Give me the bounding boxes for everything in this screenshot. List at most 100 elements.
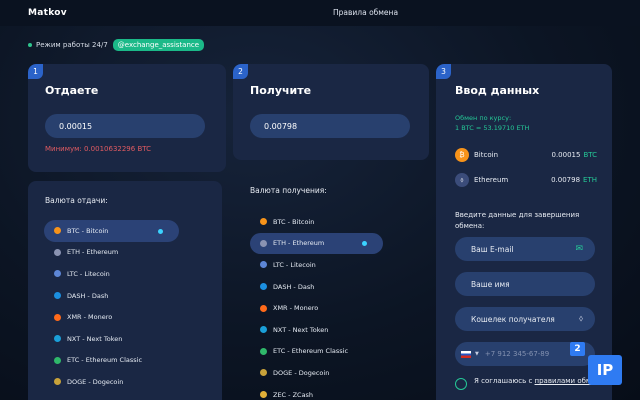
give-currency-item-etc[interactable]: ETC - Ethereum Classic xyxy=(44,350,179,372)
ethereum-classic-icon xyxy=(260,347,267,355)
give-currency-item-xmr[interactable]: XMR - Monero xyxy=(44,306,179,328)
give-currency-item-nxt[interactable]: NXT - Next Token xyxy=(44,328,179,350)
ethereum-icon: ⬨ xyxy=(578,314,583,324)
give-currency-item-doge[interactable]: DOGE - Dogecoin xyxy=(44,371,179,393)
receive-currency-item-zec[interactable]: ZEC - ZCash xyxy=(250,384,383,400)
phone-placeholder: +7 912 345-67-89 xyxy=(484,350,550,358)
litecoin-icon xyxy=(54,270,61,278)
give-currency-item-eth[interactable]: ETH - Ethereum xyxy=(44,242,179,264)
summary-receive-amount: 0.00798 xyxy=(551,176,581,184)
agree-text: Я соглашаюсь с xyxy=(474,377,535,385)
online-dot-icon xyxy=(28,43,32,47)
name-placeholder: Ваше имя xyxy=(471,279,510,289)
currency-label: DOGE - Dogecoin xyxy=(67,377,124,386)
receive-currency-item-eth[interactable]: ETH - Ethereum xyxy=(250,232,383,255)
email-field[interactable]: Ваш E-mail ✉ xyxy=(455,237,595,261)
currency-label: ETC - Ethereum Classic xyxy=(67,356,143,365)
currency-label: BTC - Bitcoin xyxy=(67,226,109,235)
currency-label: NXT - Next Token xyxy=(67,334,123,343)
exchange-rate-value: 1 BTC = 53.19710 ETH xyxy=(455,124,530,132)
summary-row-give: ₿ Bitcoin 0.00015 BTC xyxy=(455,147,597,163)
currency-label: LTC - Litecoin xyxy=(273,260,316,269)
give-panel: 1 Отдаете Минимум: 0.0010632296 BTC xyxy=(28,64,226,172)
bitcoin-icon xyxy=(260,218,267,226)
logo[interactable]: Matkov xyxy=(28,8,67,18)
receive-currency-item-doge[interactable]: DOGE - Dogecoin xyxy=(250,362,383,384)
receive-currency-item-dash[interactable]: DASH - Dash xyxy=(250,276,383,298)
give-currency-list: BTC - Bitcoin ETH - Ethereum LTC - Litecoi… xyxy=(44,220,179,393)
give-currency-list-title: Валюта отдачи: xyxy=(45,196,108,205)
nav-link-exchange-rules[interactable]: Правила обмена xyxy=(333,8,398,17)
exchange-rate-label: Обмен по курсу: xyxy=(455,114,512,122)
monero-icon xyxy=(54,313,61,321)
mail-icon: ✉ xyxy=(575,244,583,254)
receive-currency-item-btc[interactable]: BTC - Bitcoin xyxy=(250,211,383,233)
currency-label: XMR - Monero xyxy=(67,313,113,322)
bitcoin-icon: ₿ xyxy=(455,148,469,162)
currency-label: LTC - Litecoin xyxy=(67,269,110,278)
receive-currency-item-ltc[interactable]: LTC - Litecoin xyxy=(250,254,383,276)
step-badge-1: 1 xyxy=(28,64,43,79)
summary-receive-name: Ethereum xyxy=(474,176,509,184)
ethereum-icon: ⬨ xyxy=(455,173,469,187)
currency-label: ETH - Ethereum xyxy=(273,239,325,248)
selected-dot-icon xyxy=(158,228,163,234)
currency-label: DASH - Dash xyxy=(273,282,315,291)
minimum-amount-text: Минимум: 0.0010632296 BTC xyxy=(45,145,151,153)
currency-label: NXT - Next Token xyxy=(273,325,329,334)
receive-currency-item-nxt[interactable]: NXT - Next Token xyxy=(250,319,383,341)
receive-currency-item-xmr[interactable]: XMR - Monero xyxy=(250,297,383,319)
currency-label: ETH - Ethereum xyxy=(67,248,119,257)
form-title: Введите данные для завершения обмена: xyxy=(455,211,580,230)
bitcoin-icon xyxy=(54,227,61,235)
russia-flag-icon[interactable] xyxy=(461,350,471,358)
ethereum-icon xyxy=(54,248,61,256)
give-title: Отдаете xyxy=(45,84,99,97)
dash-icon xyxy=(54,292,61,300)
receive-currency-list: BTC - Bitcoin ETH - Ethereum LTC - Litecoi… xyxy=(250,211,383,400)
work-mode-text: Режим работы 24/7 xyxy=(36,41,108,49)
details-title: Ввод данных xyxy=(455,84,540,97)
watermark-small-badge: 2 xyxy=(570,342,585,356)
nxt-icon xyxy=(260,326,267,334)
give-amount-input[interactable] xyxy=(45,114,205,138)
give-currency-item-ltc[interactable]: LTC - Litecoin xyxy=(44,263,179,285)
give-currency-panel: Валюта отдачи: BTC - Bitcoin ETH - Ethere… xyxy=(28,181,222,400)
dogecoin-icon xyxy=(54,378,61,386)
email-placeholder: Ваш E-mail xyxy=(471,244,514,254)
give-currency-item-dash[interactable]: DASH - Dash xyxy=(44,285,179,307)
ethereum-icon xyxy=(260,239,267,247)
monero-icon xyxy=(260,304,267,312)
dogecoin-icon xyxy=(260,369,267,377)
summary-give-name: Bitcoin xyxy=(474,151,499,159)
name-field[interactable]: Ваше имя xyxy=(455,272,595,296)
summary-row-receive: ⬨ Ethereum 0.00798 ETH xyxy=(455,172,597,188)
wallet-placeholder: Кошелек получателя xyxy=(471,314,555,324)
nxt-icon xyxy=(54,335,61,343)
selected-dot-icon xyxy=(362,241,367,247)
summary-receive-ticker: ETH xyxy=(583,176,597,184)
step-badge-3: 3 xyxy=(436,64,451,79)
give-currency-item-btc[interactable]: BTC - Bitcoin xyxy=(44,220,179,242)
dash-icon xyxy=(260,283,267,291)
currency-label: DOGE - Dogecoin xyxy=(273,368,330,377)
telegram-contact-badge[interactable]: @exchange_assistance xyxy=(112,39,205,51)
currency-label: DASH - Dash xyxy=(67,291,109,300)
step-badge-2: 2 xyxy=(233,64,248,79)
currency-label: BTC - Bitcoin xyxy=(273,217,315,226)
zcash-icon xyxy=(260,391,267,399)
agree-checkbox[interactable] xyxy=(455,378,467,390)
receive-currency-item-etc[interactable]: ETC - Ethereum Classic xyxy=(250,341,383,363)
currency-label: ETC - Ethereum Classic xyxy=(273,347,349,356)
status-row: Режим работы 24/7 @exchange_assistance xyxy=(28,38,205,52)
wallet-field[interactable]: Кошелек получателя ⬨ xyxy=(455,307,595,331)
watermark-ip-badge: IP xyxy=(588,355,622,385)
summary-give-ticker: BTC xyxy=(583,151,597,159)
currency-label: ZEC - ZCash xyxy=(273,390,314,399)
receive-currency-list-title: Валюта получения: xyxy=(250,186,327,195)
receive-amount-input[interactable] xyxy=(250,114,410,138)
chevron-down-icon[interactable]: ▼ xyxy=(475,351,479,357)
litecoin-icon xyxy=(260,261,267,269)
summary-give-amount: 0.00015 xyxy=(551,151,581,159)
ethereum-classic-icon xyxy=(54,356,61,364)
